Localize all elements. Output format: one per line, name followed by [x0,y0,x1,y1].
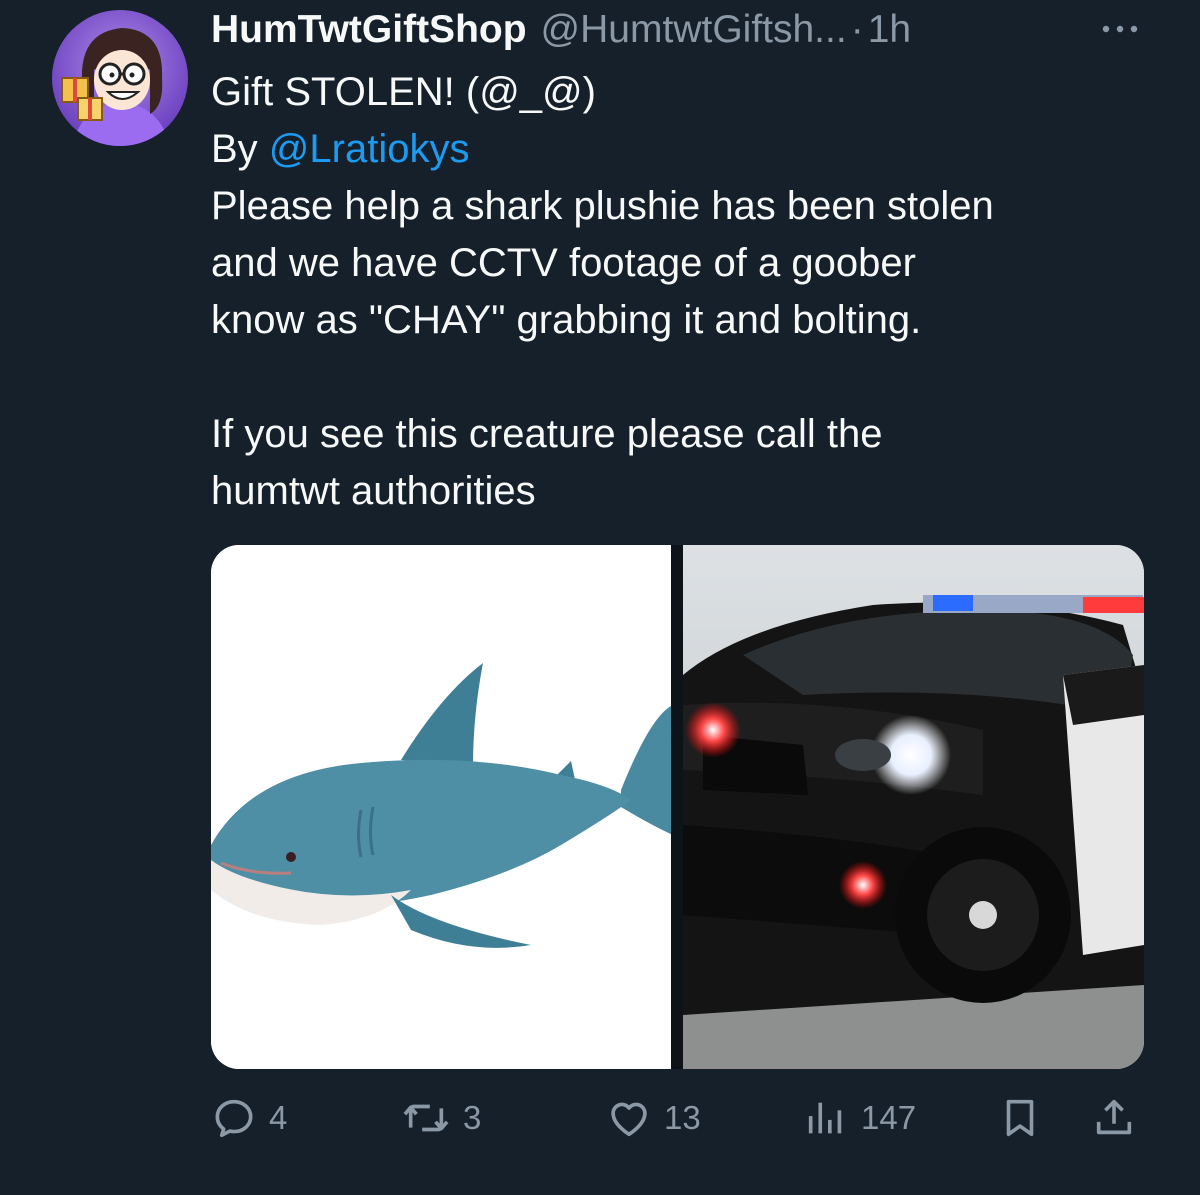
paragraph-break [211,349,1171,406]
avatar-image [52,10,188,146]
tweet-body-line: know as "CHAY" grabbing it and bolting. [211,298,922,342]
tweet-title: Gift STOLEN! (@_@) [211,70,596,114]
timestamp[interactable]: 1h [868,8,911,52]
share-button[interactable] [1091,1090,1137,1146]
more-options-button[interactable] [1098,14,1142,44]
views-count: 147 [861,1099,917,1136]
tweet-body-line: and we have CCTV footage of a goober [211,241,916,285]
mention-link[interactable]: @Lratiokys [269,127,470,171]
tweet-body-line: Please help a shark plushie has been sto… [211,184,994,228]
more-horizontal-icon [1102,25,1138,33]
retweet-button[interactable]: 3 [401,1090,481,1146]
views-icon [808,1102,842,1134]
display-name[interactable]: HumTwtGiftShop [211,8,527,52]
reply-icon [215,1099,253,1138]
byline-prefix: By [211,127,269,171]
reply-count: 4 [269,1099,288,1136]
tweet-text: Gift STOLEN! (@_@) By @Lratiokys Please … [211,64,1171,520]
separator-dot: · [850,8,864,51]
tweet-byline: By @Lratiokys [211,121,1171,178]
like-count: 13 [664,1099,701,1136]
heart-icon [611,1102,647,1137]
user-handle[interactable]: @HumtwtGiftsh... [541,8,847,52]
bookmark-button[interactable] [997,1090,1043,1146]
retweet-count: 3 [463,1099,482,1136]
bookmark-icon [1006,1099,1034,1137]
tweet-header: HumTwtGiftShop @HumtwtGiftsh... · 1h [211,6,911,54]
views-button[interactable]: 147 [803,1090,916,1146]
tweet-body-line: humtwt authorities [211,469,536,513]
reply-button[interactable]: 4 [211,1090,287,1146]
retweet-icon [403,1104,449,1132]
police-car-image[interactable] [683,545,1144,1069]
avatar[interactable] [52,10,188,146]
tweet-action-bar: 4 3 13 147 [211,1090,1151,1146]
tweet-card[interactable]: HumTwtGiftShop @HumtwtGiftsh... · 1h Gif… [0,0,1200,1195]
shark-plushie-image[interactable] [211,545,671,1069]
police-car-illustration [683,545,1144,1069]
tweet-body-line: If you see this creature please call the [211,412,883,456]
shark-plushie-illustration [211,545,671,1069]
like-button[interactable]: 13 [606,1090,701,1146]
share-icon [1096,1099,1132,1135]
media-grid [211,545,1144,1069]
